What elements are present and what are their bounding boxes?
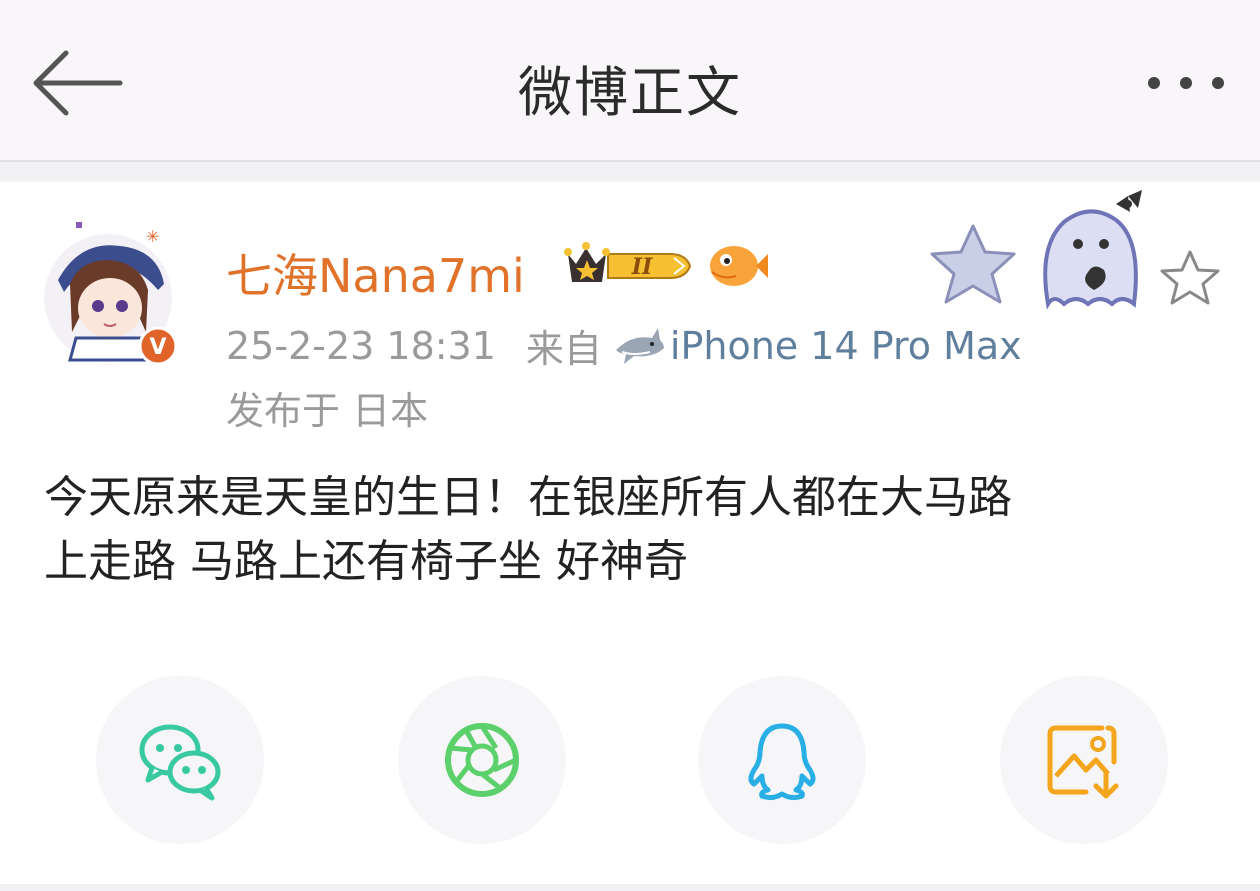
shark-icon (615, 327, 664, 364)
post-content-line: 今天原来是天皇的生日！在银座所有人都在大马路 (44, 472, 1012, 523)
verified-badge-icon: V (138, 326, 178, 366)
bottom-divider (0, 884, 1260, 891)
post-content: 今天原来是天皇的生日！在银座所有人都在大马路 上走路 马路上还有椅子坐 好神奇 (44, 466, 1224, 594)
qq-icon (748, 723, 816, 801)
section-gap (0, 162, 1260, 182)
top-nav-bar: 微博正文 (0, 0, 1260, 160)
more-dots-icon (1148, 77, 1224, 89)
favorite-button[interactable] (1158, 246, 1222, 306)
moments-icon (445, 723, 519, 797)
post-meta: 25-2-23 18:31 来自 iPhone 14 Pro Max (226, 318, 1022, 373)
page-title: 微博正文 (518, 61, 742, 124)
member-crown-badge-icon[interactable]: II (562, 238, 698, 294)
post-location: 发布于 日本 (226, 389, 429, 433)
post-time: 25-2-23 18:31 (226, 323, 496, 368)
device-source-link[interactable]: iPhone 14 Pro Max (670, 324, 1022, 368)
star-decoration-icon (930, 224, 1016, 304)
svg-text:II: II (631, 254, 653, 280)
share-wechat-button[interactable] (96, 676, 264, 844)
ghost-decoration-icon (1043, 190, 1142, 310)
author-name[interactable]: 七海Nana7mi (226, 240, 525, 306)
save-image-button[interactable] (1000, 676, 1168, 844)
source-label: 来自 (525, 327, 602, 371)
svg-text:✳: ✳ (146, 227, 159, 246)
share-qq-button[interactable] (698, 676, 866, 844)
pufferfish-badge-icon (710, 246, 768, 286)
more-options-button[interactable] (1140, 66, 1236, 100)
post-content-line: 上走路 马路上还有椅子坐 好神奇 (44, 536, 688, 587)
author-avatar[interactable]: ✳ V (40, 220, 180, 370)
save-image-icon (1047, 725, 1119, 799)
wechat-icon (139, 724, 221, 801)
svg-text:V: V (149, 335, 166, 360)
share-moments-button[interactable] (398, 676, 566, 844)
star-outline-icon (1160, 250, 1220, 305)
